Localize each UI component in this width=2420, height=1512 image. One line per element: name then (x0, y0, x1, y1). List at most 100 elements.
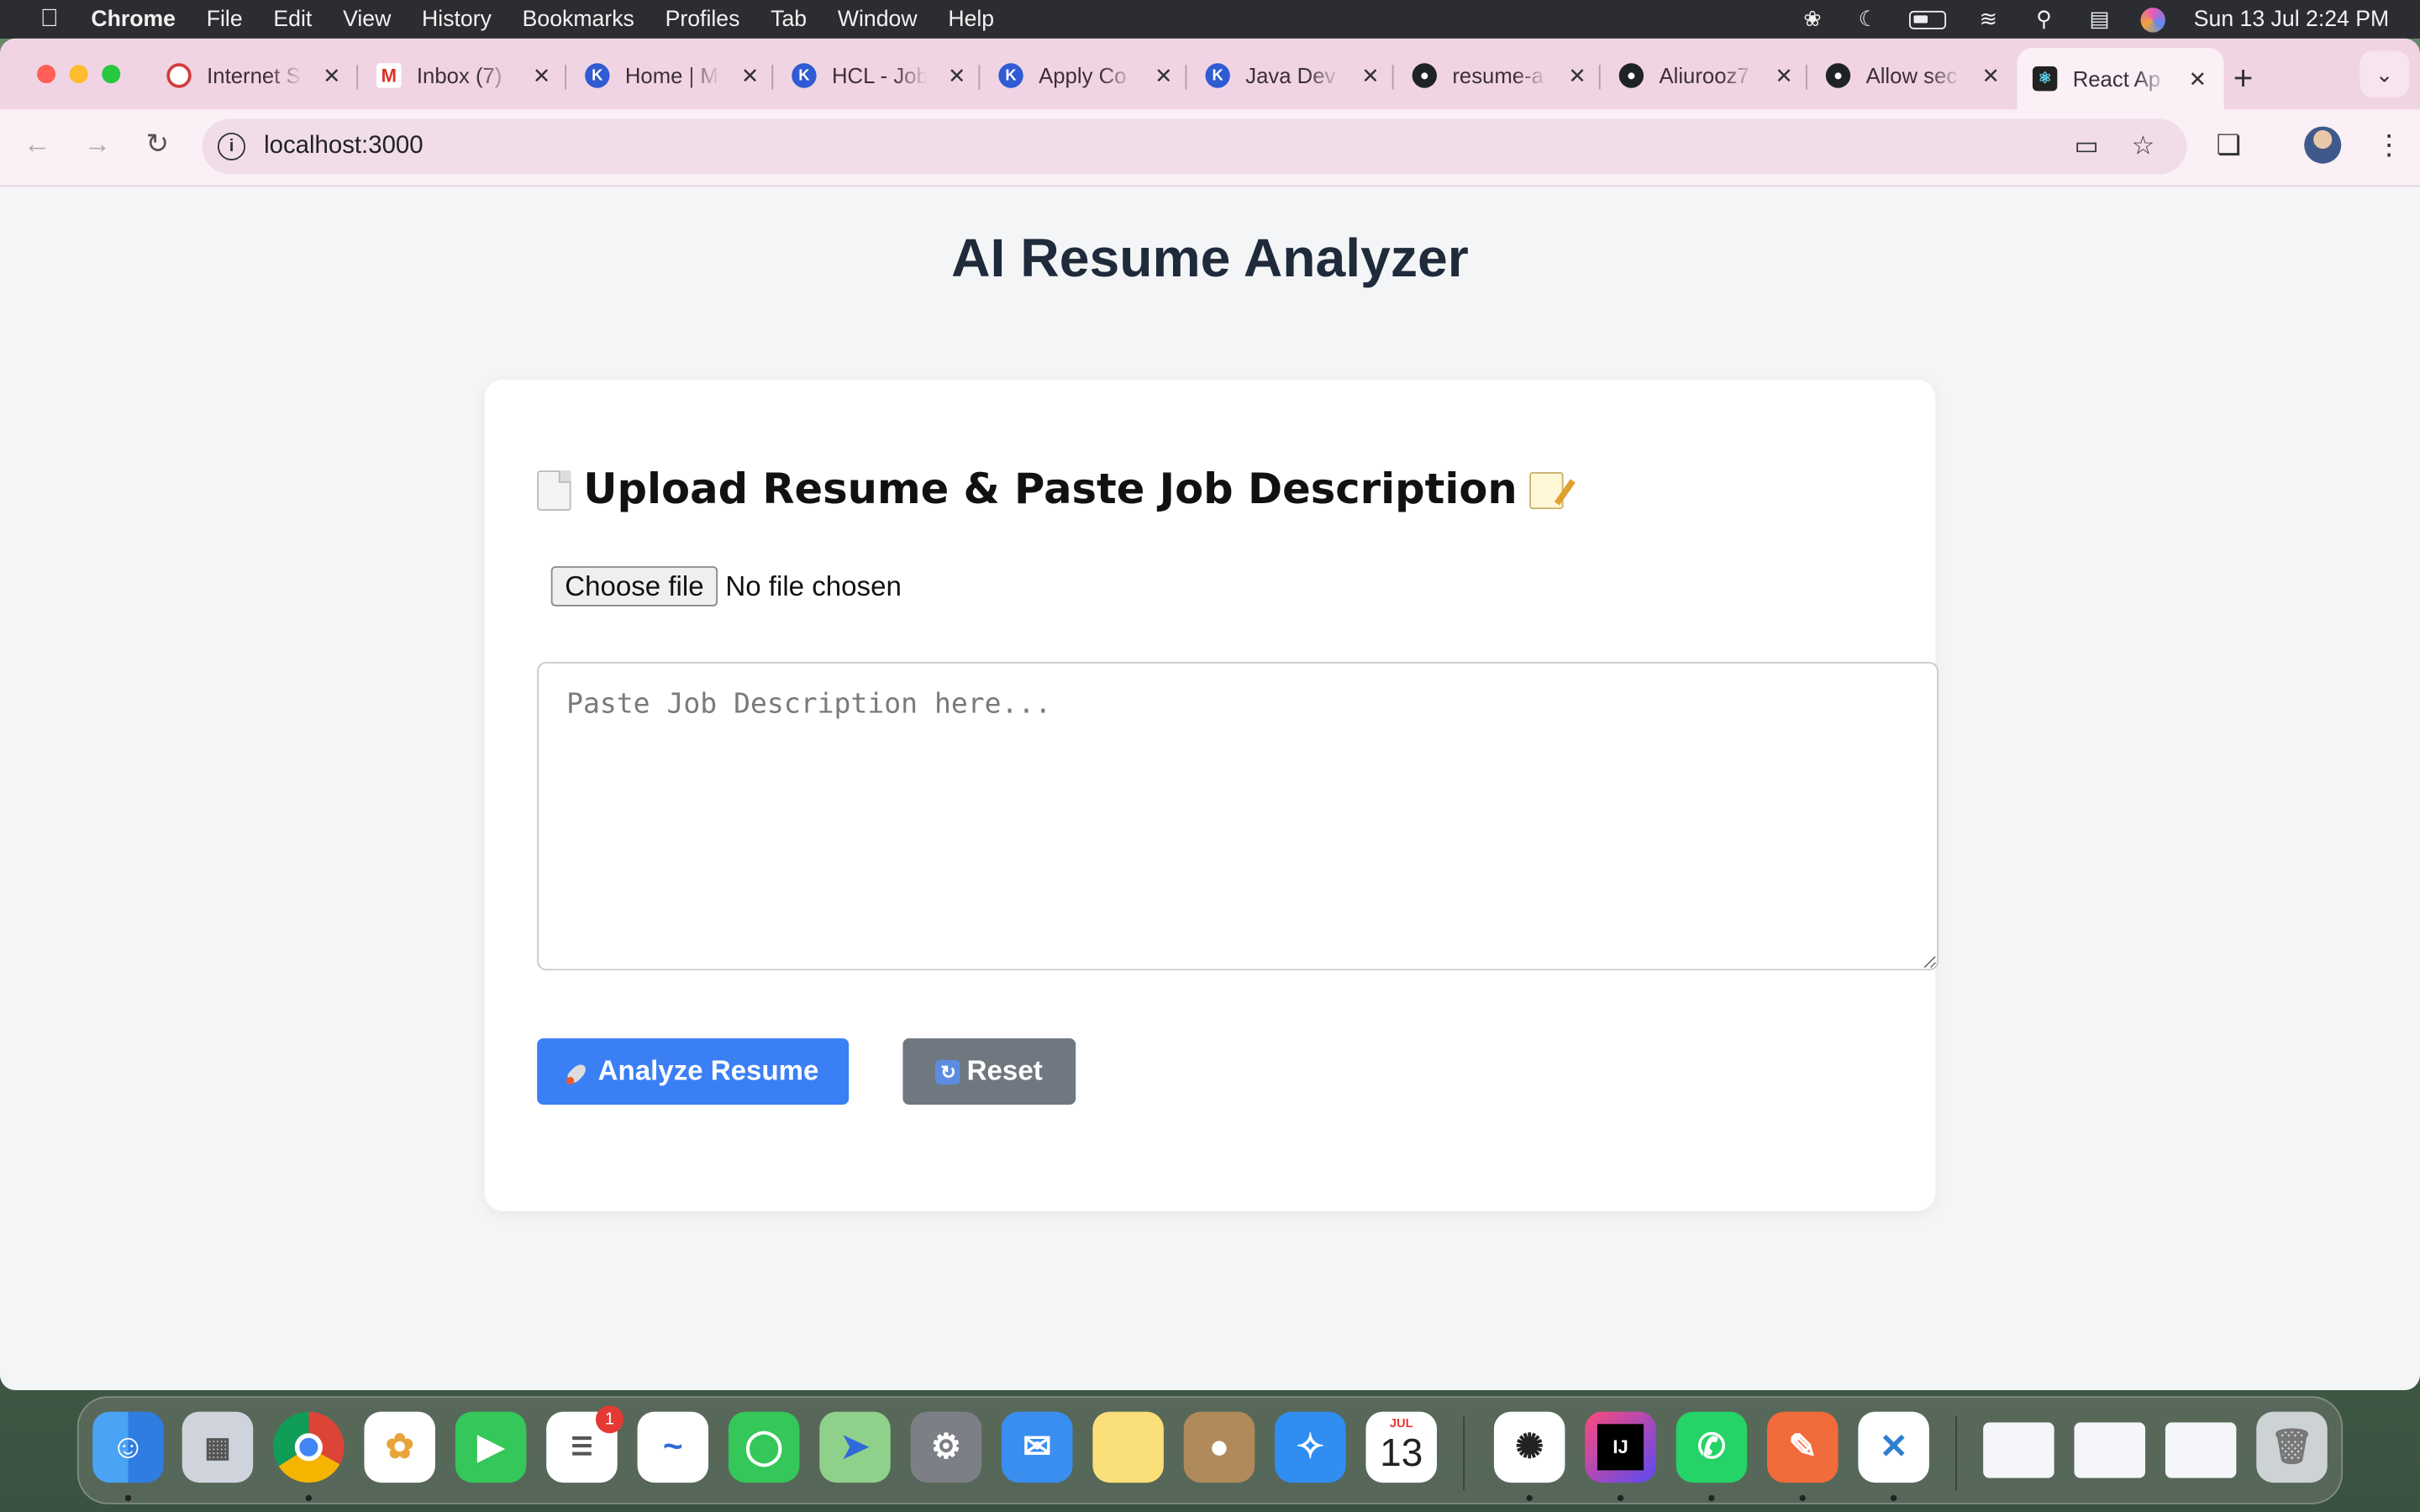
freeform-icon[interactable]: ~ (637, 1411, 709, 1483)
menu-bookmarks[interactable]: Bookmarks (523, 7, 634, 31)
postman-icon[interactable]: ✎ (1767, 1411, 1839, 1483)
forward-button[interactable]: → (77, 128, 118, 160)
safari-icon[interactable]: ✧ (1275, 1411, 1346, 1483)
reminders-icon[interactable]: ☰ 1 (546, 1405, 624, 1483)
tab-title: resume-a (1452, 63, 1544, 88)
menu-bar-clock[interactable]: Sun 13 Jul 2:24 PM (2194, 7, 2389, 31)
tab-react-app[interactable]: ⚛ React Ap ✕ (2017, 47, 2224, 110)
window-close-button[interactable] (37, 65, 56, 84)
apple-menu-icon[interactable]:  (33, 5, 66, 33)
back-button[interactable]: ← (17, 128, 57, 160)
tab-close-icon[interactable]: ✕ (946, 62, 968, 88)
notes-icon[interactable] (1092, 1411, 1164, 1483)
macos-dock: ☺ ▦ ✿ ▶ ☰ 1 ~ ◯ ➤ ⚙ ✉ ● ✧ JUL 13 ✺ IJ ✆ ✎… (76, 1396, 2344, 1504)
menu-edit[interactable]: Edit (273, 7, 312, 31)
gmail-icon: M (376, 63, 402, 88)
tab-close-icon[interactable]: ✕ (2187, 66, 2209, 92)
running-indicator (1617, 1494, 1624, 1502)
bookmark-star-icon[interactable]: ☆ (2131, 131, 2154, 162)
tab-close-icon[interactable]: ✕ (739, 62, 761, 88)
profile-avatar[interactable] (2304, 126, 2342, 164)
k-icon: K (585, 63, 610, 88)
menu-tab[interactable]: Tab (771, 7, 807, 31)
menu-history[interactable]: History (422, 7, 492, 31)
reset-button[interactable]: ↻ Reset (902, 1038, 1076, 1105)
screen:  Chrome File Edit View History Bookmark… (0, 0, 2420, 1512)
tab-separator (356, 65, 359, 90)
dock-separator (1463, 1416, 1465, 1491)
chatgpt-status-icon[interactable]: ❀ (1799, 6, 1827, 30)
intellij-icon[interactable]: IJ (1585, 1411, 1656, 1483)
mail-icon[interactable]: ✉ (1002, 1411, 1073, 1483)
extensions-puzzle-icon[interactable]: ❏ (2217, 129, 2242, 162)
minimized-window-thumbnail[interactable] (2074, 1422, 2146, 1478)
tab-search-dropdown-icon[interactable]: ⌄ (2360, 50, 2410, 97)
tab-close-icon[interactable]: ✕ (1153, 62, 1175, 88)
analyze-resume-button[interactable]: Analyze Resume (537, 1038, 850, 1105)
menu-app-name[interactable]: Chrome (91, 7, 176, 31)
finder-icon[interactable]: ☺ (92, 1411, 164, 1483)
chrome-icon[interactable] (273, 1411, 345, 1483)
tab-title: React Ap (2072, 66, 2161, 92)
system-settings-icon[interactable]: ⚙ (910, 1411, 982, 1483)
focus-moon-icon[interactable]: ☾ (1854, 6, 1882, 30)
battery-icon[interactable] (1909, 9, 1947, 29)
reminders-badge: 1 (595, 1405, 624, 1434)
trash-icon[interactable]: 🗑 (2256, 1411, 2328, 1483)
window-minimize-button[interactable] (69, 65, 88, 84)
choose-file-button[interactable]: Choose file (550, 566, 718, 606)
tab-resume-repo[interactable]: ● resume-a ✕ (1412, 51, 1588, 101)
site-info-icon[interactable]: i (217, 132, 246, 161)
calendar-icon[interactable]: JUL 13 (1365, 1411, 1437, 1483)
tab-apply[interactable]: K Apply Co ✕ (998, 51, 1174, 101)
tab-java-dev[interactable]: K Java Dev ✕ (1205, 51, 1381, 101)
minimized-window-thumbnail[interactable] (1983, 1422, 2054, 1478)
tab-title: Apply Co (1039, 63, 1127, 88)
tab-close-icon[interactable]: ✕ (1773, 62, 1795, 88)
new-tab-button[interactable]: + (2233, 59, 2254, 99)
chatgpt-icon[interactable]: ✺ (1493, 1411, 1565, 1483)
control-center-icon[interactable]: ▤ (2086, 6, 2113, 30)
siri-icon[interactable] (2141, 7, 2166, 32)
tab-title: Internet Speed (207, 63, 302, 88)
tab-close-icon[interactable]: ✕ (531, 62, 553, 88)
whatsapp-icon[interactable]: ✆ (1676, 1411, 1748, 1483)
tab-close-icon[interactable]: ✕ (1360, 62, 1381, 88)
tab-inbox[interactable]: M Inbox (7) ✕ (376, 51, 552, 101)
facetime-icon[interactable]: ▶ (455, 1411, 527, 1483)
tab-home[interactable]: K Home | My ✕ (585, 51, 760, 101)
tab-close-icon[interactable]: ✕ (1980, 62, 2002, 88)
resume-file-input[interactable]: Choose file No file chosen (550, 566, 902, 606)
tab-allow-sec[interactable]: ● Allow sec ✕ (1825, 51, 2002, 101)
chrome-menu-icon[interactable]: ⋮ (2375, 129, 2403, 162)
install-app-icon[interactable]: ▭ (2075, 131, 2100, 162)
window-zoom-button[interactable] (102, 65, 121, 84)
minimized-window-thumbnail[interactable] (2165, 1422, 2237, 1478)
messages-icon[interactable]: ◯ (728, 1411, 800, 1483)
wifi-icon[interactable]: ≋ (1975, 6, 2002, 30)
tab-hcl-jobs[interactable]: K HCL - Jobs ✕ (792, 51, 967, 101)
tab-aliurooz[interactable]: ● Aliurooz7 ✕ (1618, 51, 1795, 101)
menu-help[interactable]: Help (948, 7, 994, 31)
contacts-icon[interactable]: ● (1183, 1411, 1255, 1483)
menu-profiles[interactable]: Profiles (666, 7, 740, 31)
job-description-textarea[interactable] (537, 661, 1939, 971)
menu-view[interactable]: View (343, 7, 391, 31)
running-indicator (1890, 1494, 1897, 1502)
menu-file[interactable]: File (207, 7, 243, 31)
tab-close-icon[interactable]: ✕ (321, 62, 343, 88)
launchpad-icon[interactable]: ▦ (182, 1411, 254, 1483)
spotlight-search-icon[interactable]: ⚲ (2030, 6, 2058, 30)
tab-close-icon[interactable]: ✕ (1566, 62, 1588, 88)
menu-window[interactable]: Window (838, 7, 918, 31)
vscode-icon[interactable]: ✕ (1858, 1411, 1929, 1483)
tab-internet-speed[interactable]: Internet Speed ✕ (166, 51, 342, 101)
photos-icon[interactable]: ✿ (364, 1411, 435, 1483)
address-bar[interactable]: i localhost:3000 ▭ ☆ (202, 118, 2187, 175)
reload-button[interactable]: ↻ (137, 128, 177, 160)
maps-icon[interactable]: ➤ (819, 1411, 891, 1483)
analyzer-card: Upload Resume & Paste Job Description Ch… (484, 379, 1939, 1211)
address-bar-url[interactable]: localhost:3000 (264, 133, 424, 160)
calendar-day: 13 (1380, 1431, 1423, 1475)
file-status-text: No file chosen (725, 570, 902, 601)
